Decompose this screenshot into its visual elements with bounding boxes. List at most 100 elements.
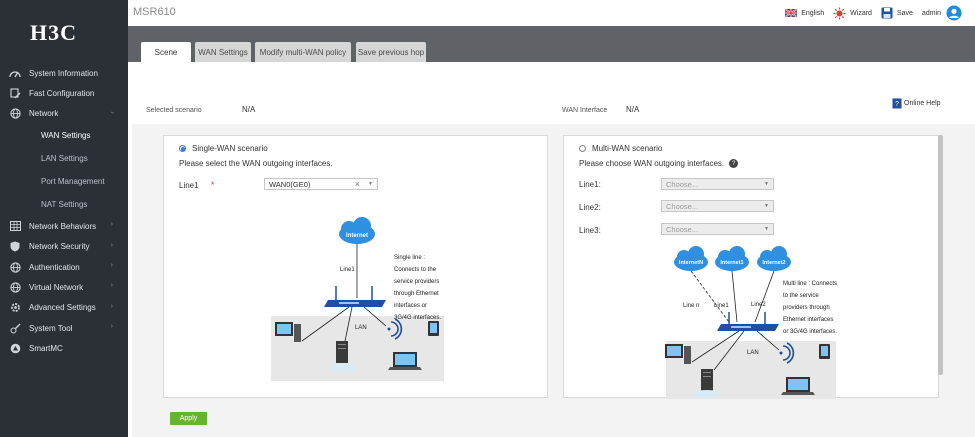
multi-line3-select[interactable]: Choose... ▼ xyxy=(661,223,774,235)
chevron-icon: › xyxy=(110,241,113,249)
dropdown-arrow-icon: ▼ xyxy=(368,181,373,187)
select-placeholder: Choose... xyxy=(666,179,699,189)
dropdown-arrow-icon: ▼ xyxy=(764,203,769,209)
chevron-icon: › xyxy=(110,323,113,331)
chevron-icon: › xyxy=(110,282,113,290)
multi-wan-radio[interactable]: Multi-WAN scenario xyxy=(579,144,662,153)
sidebar-item-authentication[interactable]: Authentication › xyxy=(0,257,128,277)
multi-wan-prompt: Please choose WAN outgoing interfaces. ? xyxy=(579,159,739,168)
tablet-icon xyxy=(428,321,439,336)
sidebar-item-network-security[interactable]: Network Security › xyxy=(0,237,128,257)
language-button[interactable]: English xyxy=(785,9,824,17)
tablet-icon xyxy=(819,344,830,359)
sidebar-item-advanced-settings[interactable]: Advanced Settings › xyxy=(0,298,128,318)
sidebar-item-system-information[interactable]: System Information xyxy=(0,63,128,83)
desc-line: Ethernet interfaces xyxy=(783,317,833,323)
top-bar: MSR610 English Wizard Save admin xyxy=(128,0,975,26)
globe-icon xyxy=(9,108,21,120)
desc-line: 3G/4G interfaces. xyxy=(394,315,441,321)
shield-icon xyxy=(9,241,21,253)
save-button[interactable]: Save xyxy=(881,7,913,19)
single-wan-panel: Single-WAN scenario Please select the WA… xyxy=(163,135,548,398)
tab-modify-multi-wan-policy[interactable]: Modify multi-WAN policy xyxy=(255,42,351,62)
line1-select[interactable]: WAN0(GE0) × ▼ xyxy=(264,178,378,190)
internet-cloud: Internet xyxy=(339,217,375,244)
language-label: English xyxy=(801,9,825,17)
multi-wan-panel: Multi-WAN scenario Please choose WAN out… xyxy=(563,135,939,399)
desc-line: Connects to the xyxy=(394,267,437,273)
multi-wan-diagram: InternetN Internet1 Internet2 Line n Lin… xyxy=(665,246,837,399)
cloud-label: Internet2 xyxy=(762,260,785,266)
sidebar-item-label: Virtual Network xyxy=(29,283,84,293)
sidebar-item-label: Advanced Settings xyxy=(29,303,96,313)
sidebar-subitem-port-management[interactable]: Port Management xyxy=(0,170,128,193)
diagram-line-n-label: Line n xyxy=(683,303,699,309)
wizard-wand-icon xyxy=(9,88,21,100)
chevron-icon: › xyxy=(110,261,113,269)
multi-line2-select[interactable]: Choose... ▼ xyxy=(661,200,774,212)
required-marker: * xyxy=(210,180,215,190)
desc-line: through Ethernet xyxy=(394,291,439,297)
dropdown-arrow-icon: ▼ xyxy=(764,226,769,232)
tab-scene[interactable]: Scene xyxy=(141,42,191,62)
sidebar-item-label: Network xyxy=(29,109,59,119)
sidebar-item-label: System Tool xyxy=(29,323,73,333)
radio-checked-icon xyxy=(179,145,186,152)
laptop-icon xyxy=(388,352,422,370)
router-icon xyxy=(324,286,386,307)
sidebar-item-system-tool[interactable]: System Tool › xyxy=(0,318,128,338)
cloud-label: InternetN xyxy=(679,260,703,266)
internet-cloud: InternetN xyxy=(674,246,708,271)
sidebar-item-label: Network Security xyxy=(29,242,90,252)
avatar-icon xyxy=(946,5,962,21)
online-help-link[interactable]: ? Online Help xyxy=(892,98,941,109)
multi-line1-select[interactable]: Choose... ▼ xyxy=(661,178,774,190)
desc-line: or 3G/4G interfaces. xyxy=(783,329,837,335)
multi-line1-label: Line1: xyxy=(579,180,601,189)
single-wan-radio[interactable]: Single-WAN scenario xyxy=(179,144,268,153)
tool-icon xyxy=(9,322,21,334)
desc-line: to the service xyxy=(783,293,819,299)
smartmc-icon xyxy=(9,343,21,355)
select-placeholder: Choose... xyxy=(666,224,699,234)
uk-flag-icon xyxy=(785,9,798,17)
content-scrollbar[interactable] xyxy=(938,135,943,375)
tab-wan-settings[interactable]: WAN Settings xyxy=(195,42,251,62)
sidebar-subitem-nat-settings[interactable]: NAT Settings xyxy=(0,193,128,216)
single-wan-prompt: Please select the WAN outgoing interface… xyxy=(179,159,333,168)
tab-bar: Scene WAN Settings Modify multi-WAN poli… xyxy=(128,26,975,62)
multi-wan-title: Multi-WAN scenario xyxy=(592,144,663,153)
diagram-line1-label: Line1 xyxy=(340,267,355,273)
multi-wan-description: Multi line : Connects to the service pro… xyxy=(783,281,837,335)
speedometer-icon xyxy=(9,67,21,79)
svg-text:?: ? xyxy=(895,101,899,108)
sidebar-item-smartmc[interactable]: SmartMC xyxy=(0,339,128,359)
multi-wan-prompt-text: Please choose WAN outgoing interfaces. xyxy=(579,159,725,168)
tab-save-previous-hop[interactable]: Save previous hop xyxy=(356,42,426,62)
apply-button[interactable]: Apply xyxy=(170,412,207,425)
sidebar-subitem-lan-settings[interactable]: LAN Settings xyxy=(0,147,128,170)
device-name: MSR610 xyxy=(133,6,176,18)
sidebar-item-network[interactable]: Network › xyxy=(0,104,128,124)
lan-label: LAN xyxy=(747,350,759,356)
desc-line: Single line : xyxy=(394,255,425,261)
cloud-label: Internet xyxy=(346,233,368,239)
wizard-button[interactable]: Wizard xyxy=(833,7,872,20)
globe-icon xyxy=(9,282,21,294)
user-menu[interactable]: admin xyxy=(922,5,966,21)
settings-icon xyxy=(9,302,21,314)
desc-line: interfaces or xyxy=(394,303,427,309)
sidebar-subitem-wan-settings[interactable]: WAN Settings xyxy=(0,124,128,147)
sidebar-item-virtual-network[interactable]: Virtual Network › xyxy=(0,277,128,297)
grid-icon xyxy=(9,220,21,232)
cloud-label: Internet1 xyxy=(720,260,743,266)
clear-icon[interactable]: × xyxy=(355,179,360,189)
sidebar-item-label: Authentication xyxy=(29,262,80,272)
h3c-logo: H3C xyxy=(30,20,77,45)
username: admin xyxy=(921,9,941,17)
select-placeholder: Choose... xyxy=(666,201,699,211)
sidebar-item-network-behaviors[interactable]: Network Behaviors › xyxy=(0,216,128,236)
sidebar-item-fast-configuration[interactable]: Fast Configuration xyxy=(0,83,128,103)
question-icon[interactable]: ? xyxy=(729,159,739,168)
single-wan-title: Single-WAN scenario xyxy=(192,144,268,153)
